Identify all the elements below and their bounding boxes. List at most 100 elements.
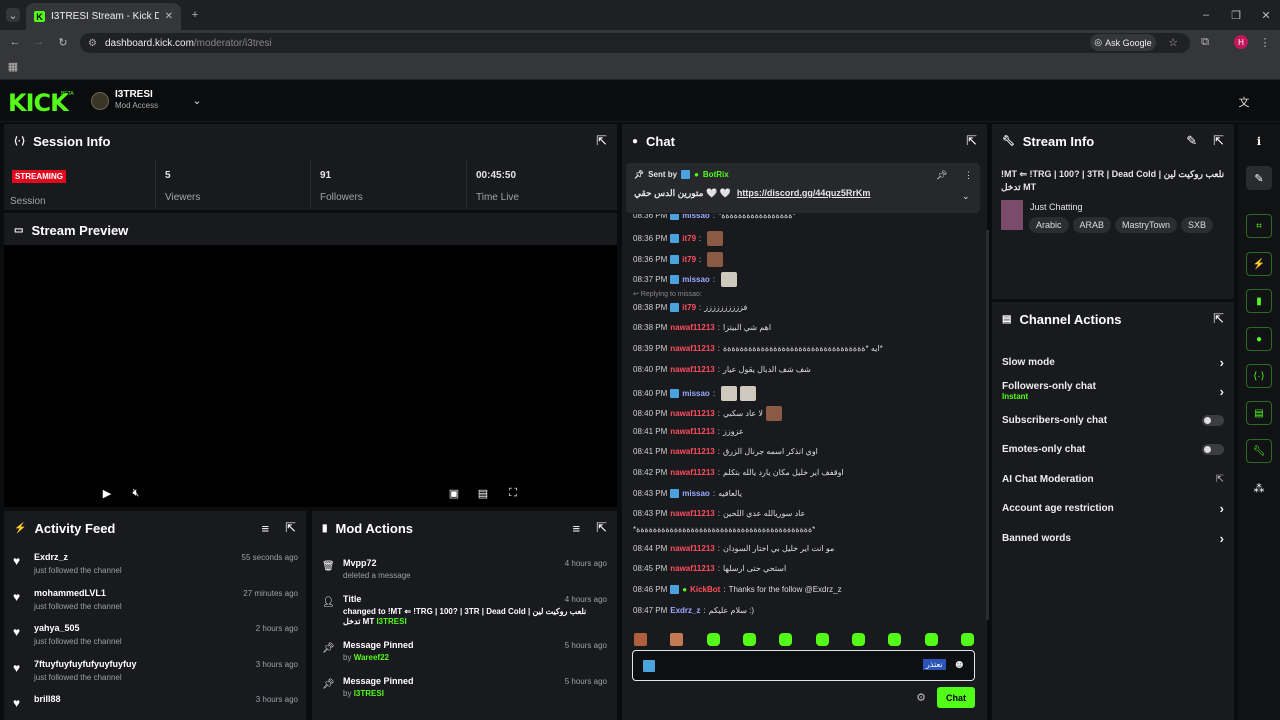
channel-action-row[interactable]: Followers-only chat Instant › xyxy=(992,377,1234,405)
quick-emote-icon[interactable] xyxy=(670,632,684,646)
extensions-icon[interactable]: ⧉ xyxy=(1198,35,1212,49)
close-tab-icon[interactable]: ✕ xyxy=(165,11,173,22)
quick-emote-icon[interactable] xyxy=(924,632,938,646)
quick-emote-icon[interactable] xyxy=(779,632,793,646)
mod-action-item[interactable]: 🗑︎ Mvpp72 deleted a message 4 hours ago xyxy=(312,555,617,589)
chat-username[interactable]: nawaf11213 xyxy=(670,447,714,456)
edit-layout-icon[interactable]: ✎ xyxy=(1246,166,1272,190)
filter-icon[interactable]: ≡ xyxy=(262,521,270,536)
toggle-switch[interactable] xyxy=(1202,443,1224,455)
chat-message-list[interactable]: 08:36 PM missao: *ةةةةةةةةةةةةةةةةة* 08:36 … xyxy=(622,214,987,622)
chat-message[interactable]: 08:36 PM it79: xyxy=(633,231,724,246)
chat-message[interactable]: 08:40 PM nawaf11213: لا عاد سكبي xyxy=(633,406,782,421)
channel-action-row[interactable]: Slow mode › xyxy=(992,348,1234,376)
chat-message[interactable]: 08:41 PM nawaf11213: اوي انذكر اسمه جرنال … xyxy=(633,447,818,456)
mute-icon[interactable]: 🔇︎ xyxy=(129,486,143,500)
chat-scrollbar[interactable] xyxy=(986,230,989,620)
mod-action-item[interactable]: 📌︎ Message Pinned by Wareef22 5 hours ago xyxy=(312,637,617,671)
stream-tag[interactable]: SXB xyxy=(1181,217,1214,233)
channel-action-row[interactable]: Banned words › xyxy=(992,524,1234,552)
browser-tab[interactable]: K I3TRESI Stream - Kick Dashboard ✕ xyxy=(26,3,181,30)
chat-message[interactable]: 08:40 PM nawaf11213: شف شف الدبال يقول عيا… xyxy=(633,365,811,374)
broadcast-icon[interactable]: ⟨·⟩ xyxy=(1246,364,1272,388)
quick-emote-icon[interactable] xyxy=(742,632,756,646)
expand-chevron-icon[interactable]: ⌄ xyxy=(962,191,970,202)
chat-username[interactable]: nawaf11213 xyxy=(670,544,714,553)
chat-username[interactable]: it79 xyxy=(682,303,696,312)
chat-username[interactable]: nawaf11213 xyxy=(670,427,714,436)
emoji-picker-icon[interactable]: ☻ xyxy=(953,657,966,671)
channel-action-row[interactable]: AI Chat Moderation ⇱ xyxy=(992,465,1234,493)
chat-username[interactable]: nawaf11213 xyxy=(670,509,714,518)
chat-username[interactable]: Exdrz_z xyxy=(670,606,700,615)
chat-username[interactable]: nawaf11213 xyxy=(670,365,714,374)
chat-bubble-icon[interactable]: ● xyxy=(1246,327,1272,351)
chat-message[interactable]: 08:39 PM nawaf11213: ايه *ةةةةةةةةةةةةةةةة… xyxy=(633,344,883,353)
ask-google-button[interactable]: ◎ Ask Google xyxy=(1090,34,1156,51)
chat-message[interactable]: 08:40 PM missao: xyxy=(633,386,757,401)
quick-emote-icon[interactable] xyxy=(634,632,647,646)
chat-username[interactable]: nawaf11213 xyxy=(670,344,714,353)
document-icon[interactable]: ▮ xyxy=(1246,289,1272,313)
mod-action-item[interactable]: 📌︎ Message Pinned by I3TRESI 5 hours ago xyxy=(312,673,617,707)
filter-icon[interactable]: ≡ xyxy=(573,521,581,536)
stream-tag[interactable]: MastryTown xyxy=(1115,217,1178,233)
chat-message[interactable]: 08:37 PM missao: xyxy=(633,272,738,287)
chat-message[interactable]: 08:36 PM missao: *ةةةةةةةةةةةةةةةةة* xyxy=(633,214,796,220)
mod-action-actor[interactable]: I3TRESI xyxy=(376,617,406,626)
external-link-icon[interactable]: ⇱ xyxy=(1216,474,1224,485)
reload-icon[interactable]: ↻ xyxy=(56,35,70,49)
chat-username[interactable]: it79 xyxy=(682,234,696,243)
theater-icon[interactable]: ▤ xyxy=(476,486,490,500)
chat-username[interactable]: nawaf11213 xyxy=(670,409,714,418)
chat-username[interactable]: nawaf11213 xyxy=(670,564,714,573)
pip-icon[interactable]: ▣ xyxy=(447,486,461,500)
activity-user[interactable]: mohammedLVL1 xyxy=(34,588,106,598)
play-icon[interactable]: ▶ xyxy=(100,486,114,500)
back-icon[interactable]: ← xyxy=(8,35,22,49)
address-bar[interactable]: ⚙ dashboard.kick.com /moderator/i3tresi xyxy=(80,33,1190,53)
channel-switch-chevron-icon[interactable]: ⌄ xyxy=(190,93,204,107)
video-player[interactable] xyxy=(4,245,617,507)
profile-avatar[interactable]: H xyxy=(1234,35,1248,49)
chat-message[interactable]: 08:42 PM nawaf11213: اوقفف اير خليل مكان ي… xyxy=(633,468,844,477)
pinned-link[interactable]: https://discord.gg/44quz5RrKm xyxy=(737,188,871,199)
info-icon[interactable]: ℹ xyxy=(1251,133,1267,149)
popout-icon[interactable]: ⇱ xyxy=(285,520,296,536)
more-icon[interactable]: ⋮ xyxy=(964,170,973,181)
activity-item[interactable]: ♥ 7ftuyfuyfuyfufyuyfuyfuy just followed th… xyxy=(4,656,306,690)
quick-emote-icon[interactable] xyxy=(851,632,865,646)
activity-item[interactable]: ♥ mohammedLVL1 just followed the channel 27… xyxy=(4,585,306,619)
lightning-icon[interactable]: ⚡ xyxy=(1246,252,1272,276)
activity-user[interactable]: Exdrz_z xyxy=(34,552,68,562)
chat-username[interactable]: missao xyxy=(682,389,710,398)
apps-grid-icon[interactable]: ▦ xyxy=(7,60,19,73)
popout-icon[interactable]: ⇱ xyxy=(596,520,607,536)
chat-username[interactable]: nawaf11213 xyxy=(670,323,714,332)
chat-message[interactable]: 08:41 PM nawaf11213: عزوزز xyxy=(633,427,744,436)
quick-emote-icon[interactable] xyxy=(888,632,902,646)
stream-tag[interactable]: Arabic xyxy=(1029,217,1069,233)
stream-tag[interactable]: ARAB xyxy=(1072,217,1112,233)
mod-action-item[interactable]: 👤︎ Title changed to !MT ⇐ !TRG | 100? | 3T… xyxy=(312,591,617,635)
translate-icon[interactable]: 文 xyxy=(1236,94,1252,110)
chat-username[interactable]: missao xyxy=(682,275,710,284)
clip-icon[interactable]: ⌗ xyxy=(1246,214,1272,238)
tab-search-icon[interactable]: ⌄ xyxy=(6,8,20,22)
fullscreen-icon[interactable]: ⛶ xyxy=(506,486,520,500)
chat-username[interactable]: KickBot xyxy=(690,585,720,594)
chevron-right-icon[interactable]: › xyxy=(1220,501,1224,516)
chat-message[interactable]: 08:43 PM nawaf11213: عاد سوريالله عدي اللح… xyxy=(633,509,805,518)
activity-user[interactable]: yahya_505 xyxy=(34,623,80,633)
toggle-switch[interactable] xyxy=(1202,414,1224,426)
activity-item[interactable]: ♥ yahya_505 just followed the channel 2 hou… xyxy=(4,620,306,654)
new-tab-icon[interactable]: + xyxy=(188,8,202,22)
browser-menu-icon[interactable]: ⋮ xyxy=(1260,35,1271,49)
layout-nodes-icon[interactable]: ⁂ xyxy=(1251,480,1267,496)
edit-icon[interactable]: ✎ xyxy=(1186,133,1197,149)
chat-message[interactable]: 08:38 PM nawaf11213: اهم شي البيتزا xyxy=(633,323,771,332)
mod-actions-sidebar-icon[interactable]: ▤ xyxy=(1246,401,1272,425)
quick-emote-icon[interactable] xyxy=(706,632,720,646)
chevron-right-icon[interactable]: › xyxy=(1220,355,1224,370)
chat-message[interactable]: 08:36 PM it79: xyxy=(633,252,724,267)
